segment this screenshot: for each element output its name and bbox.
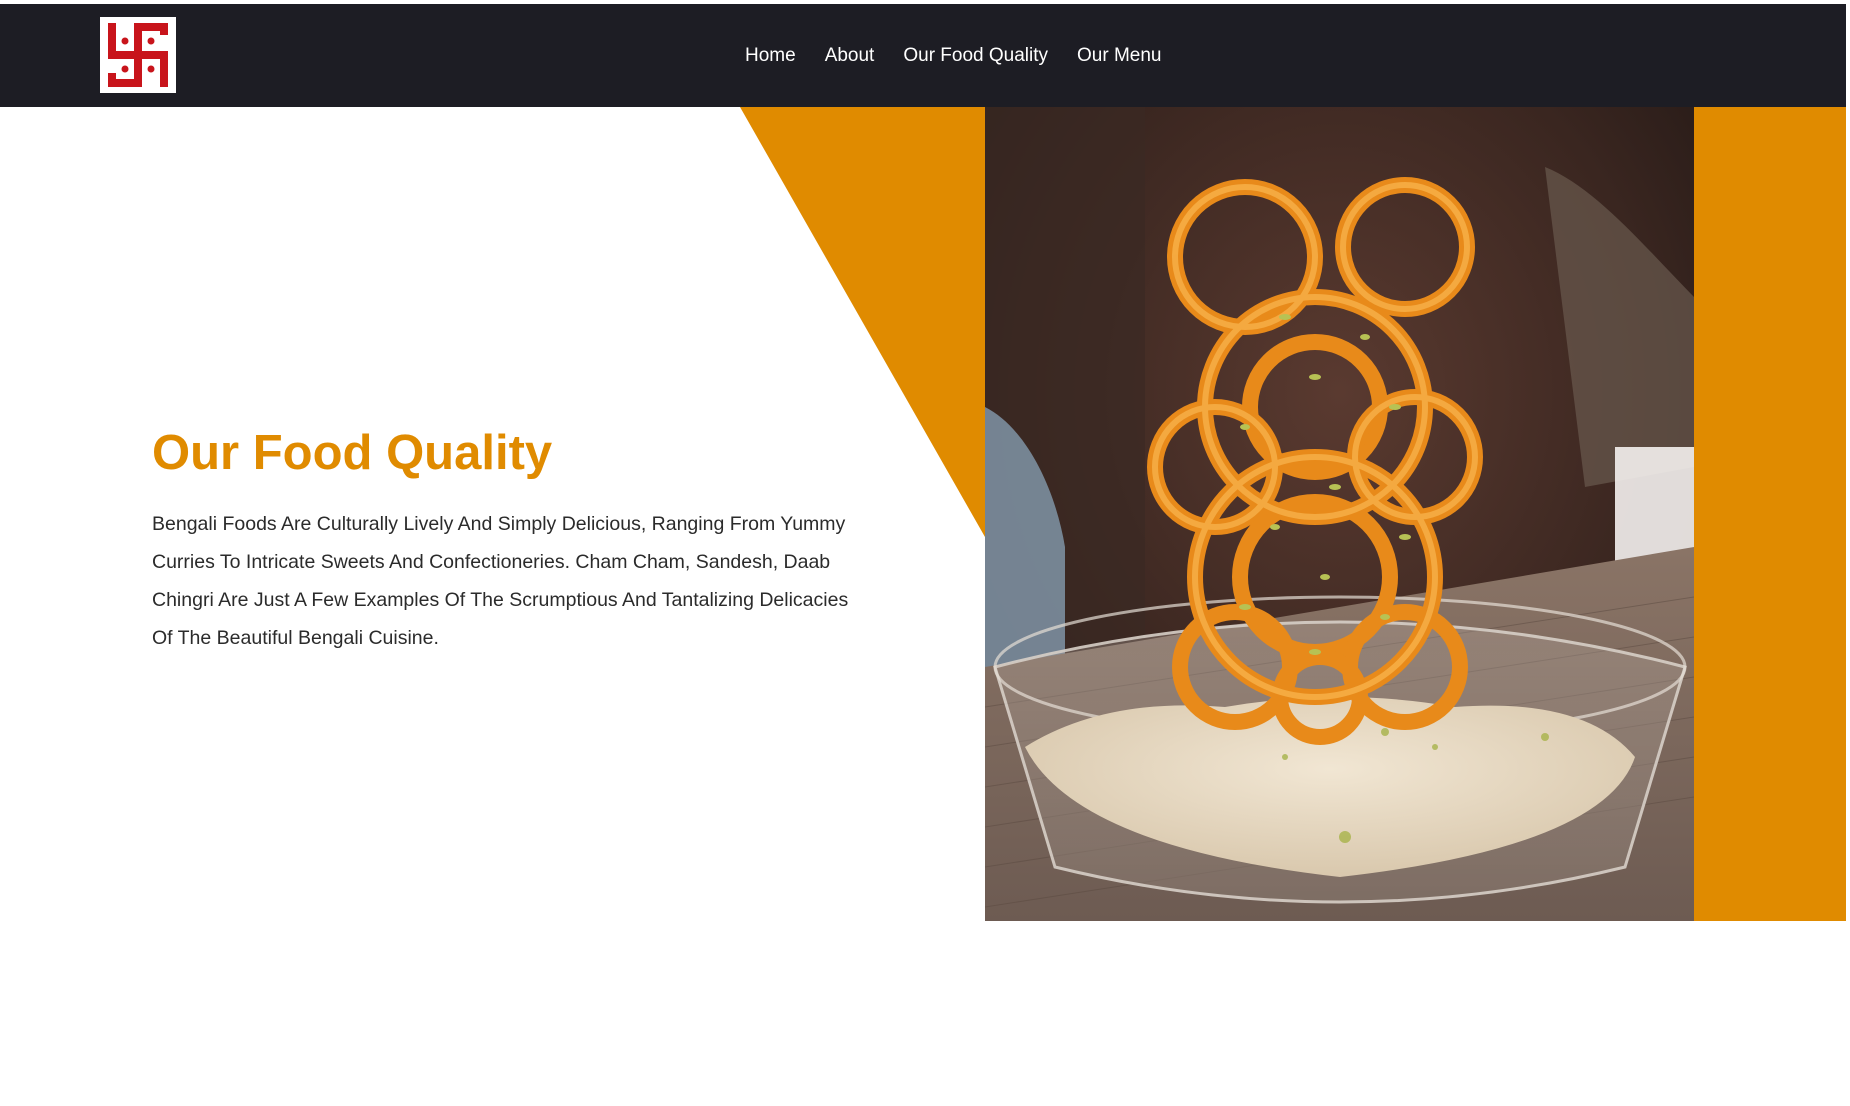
- jalebi-dessert-image: [985, 107, 1694, 921]
- nav-our-menu[interactable]: Our Menu: [1077, 45, 1161, 67]
- nav-our-food-quality[interactable]: Our Food Quality: [903, 45, 1048, 67]
- nav-about[interactable]: About: [825, 45, 875, 67]
- logo[interactable]: [100, 17, 176, 93]
- top-navbar: Home About Our Food Quality Our Menu: [0, 4, 1846, 107]
- main-nav: Home About Our Food Quality Our Menu: [745, 4, 1162, 107]
- dessert-photo: [985, 107, 1694, 921]
- nav-home[interactable]: Home: [745, 45, 796, 67]
- page: Home About Our Food Quality Our Menu Our…: [0, 0, 1850, 1106]
- section-title: Our Food Quality: [152, 426, 553, 480]
- swastika-icon: [100, 17, 176, 93]
- section-description: Bengali Foods Are Culturally Lively And …: [152, 513, 849, 649]
- food-quality-section: Our Food Quality Bengali Foods Are Cultu…: [0, 107, 1846, 921]
